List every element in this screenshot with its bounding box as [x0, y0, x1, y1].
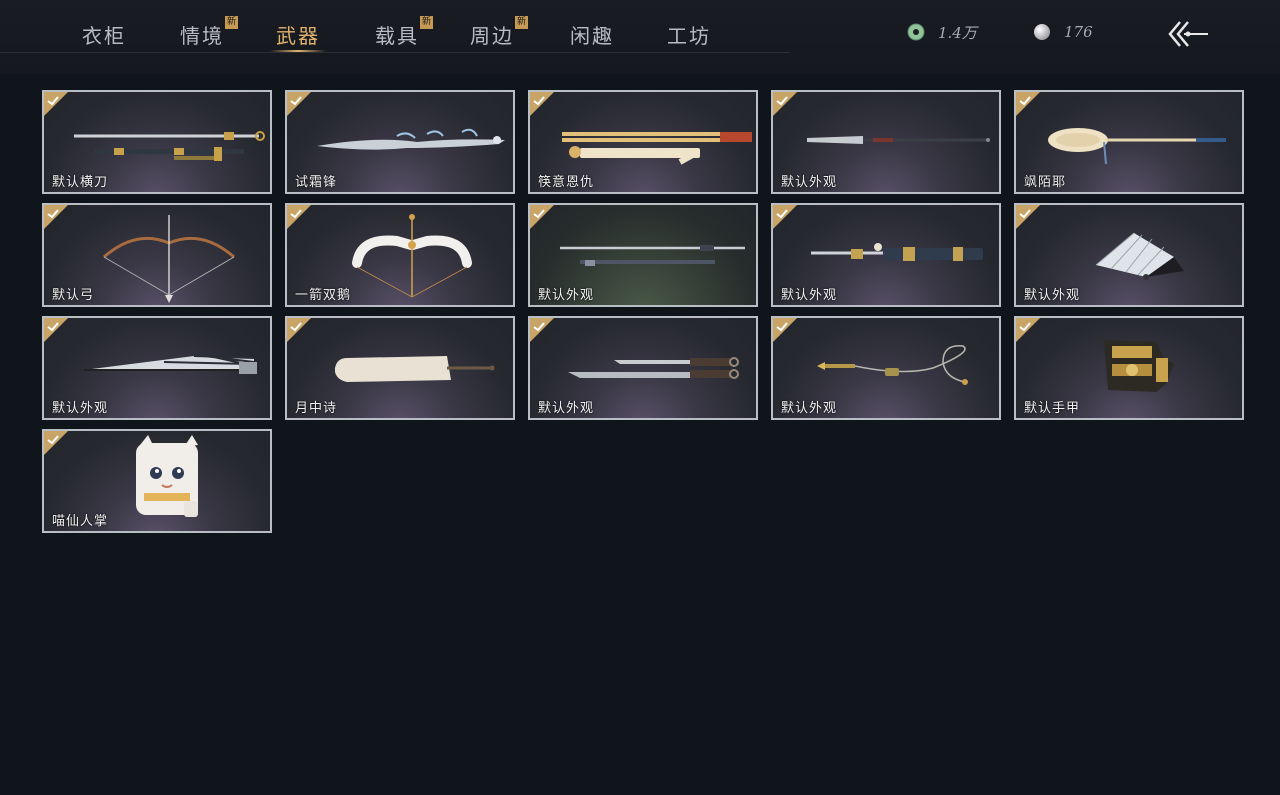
- item-label: 一箭双鹅: [295, 288, 352, 303]
- weapon-card[interactable]: 喵仙人掌: [42, 429, 272, 533]
- weapon-card[interactable]: 飒陌耶: [1014, 90, 1244, 194]
- top-bar: 衣柜 情境新 武器 载具新 周边新 闲趣 工坊 1.4万 176: [0, 0, 1280, 74]
- pearl-amount: 176: [1064, 23, 1093, 41]
- item-label: 默认外观: [781, 288, 838, 303]
- weapon-card[interactable]: 筷意恩仇: [528, 90, 758, 194]
- tab-scenes[interactable]: 情境新: [180, 16, 238, 50]
- jade-coin-icon: [907, 23, 925, 41]
- weapon-card[interactable]: 月中诗: [285, 316, 515, 420]
- tab-weapons[interactable]: 武器: [270, 20, 326, 52]
- weapon-card[interactable]: 默认横刀: [42, 90, 272, 194]
- item-label: 默认横刀: [52, 175, 109, 190]
- weapon-card[interactable]: 默认外观: [771, 316, 1001, 420]
- item-label: 飒陌耶: [1024, 175, 1067, 190]
- tab-merch[interactable]: 周边新: [470, 16, 528, 50]
- pearl-icon: [1034, 24, 1050, 40]
- new-badge: 新: [225, 16, 238, 29]
- weapon-card[interactable]: 默认手甲: [1014, 316, 1244, 420]
- pearl-currency: 176: [1032, 22, 1093, 42]
- weapon-card[interactable]: 默认弓: [42, 203, 272, 307]
- item-label: 默认外观: [781, 401, 838, 416]
- tab-leisure[interactable]: 闲趣: [570, 20, 614, 50]
- tab-mounts[interactable]: 载具新: [375, 16, 433, 50]
- weapon-card[interactable]: 试霜锋: [285, 90, 515, 194]
- item-label: 试霜锋: [295, 175, 338, 190]
- tab-workshop[interactable]: 工坊: [667, 20, 711, 50]
- new-badge: 新: [420, 16, 433, 29]
- item-label: 默认外观: [1024, 288, 1081, 303]
- jade-amount: 1.4万: [938, 23, 977, 42]
- item-label: 默认弓: [52, 288, 95, 303]
- jade-currency: 1.4万: [906, 22, 977, 42]
- item-label: 喵仙人掌: [52, 514, 109, 529]
- weapon-card[interactable]: 默认外观: [771, 203, 1001, 307]
- weapon-card[interactable]: 默认外观: [771, 90, 1001, 194]
- tab-wardrobe[interactable]: 衣柜: [82, 20, 126, 50]
- item-label: 月中诗: [295, 401, 338, 416]
- weapon-card[interactable]: 一箭双鹅: [285, 203, 515, 307]
- item-label: 默认外观: [781, 175, 838, 190]
- new-badge: 新: [515, 16, 528, 29]
- item-label: 筷意恩仇: [538, 175, 595, 190]
- back-button[interactable]: [1166, 18, 1210, 50]
- item-label: 默认外观: [538, 401, 595, 416]
- weapon-card[interactable]: 默认外观: [42, 316, 272, 420]
- active-tab-underline: [270, 50, 326, 52]
- item-label: 默认外观: [52, 401, 109, 416]
- item-label: 默认手甲: [1024, 401, 1081, 416]
- weapon-card[interactable]: 默认外观: [1014, 203, 1244, 307]
- category-tabs: 衣柜 情境新 武器 载具新 周边新 闲趣 工坊: [0, 0, 790, 53]
- item-label: 默认外观: [538, 288, 595, 303]
- weapon-card[interactable]: 默认外观: [528, 316, 758, 420]
- back-arrow-icon: [1168, 21, 1208, 47]
- weapon-card[interactable]: 默认外观: [528, 203, 758, 307]
